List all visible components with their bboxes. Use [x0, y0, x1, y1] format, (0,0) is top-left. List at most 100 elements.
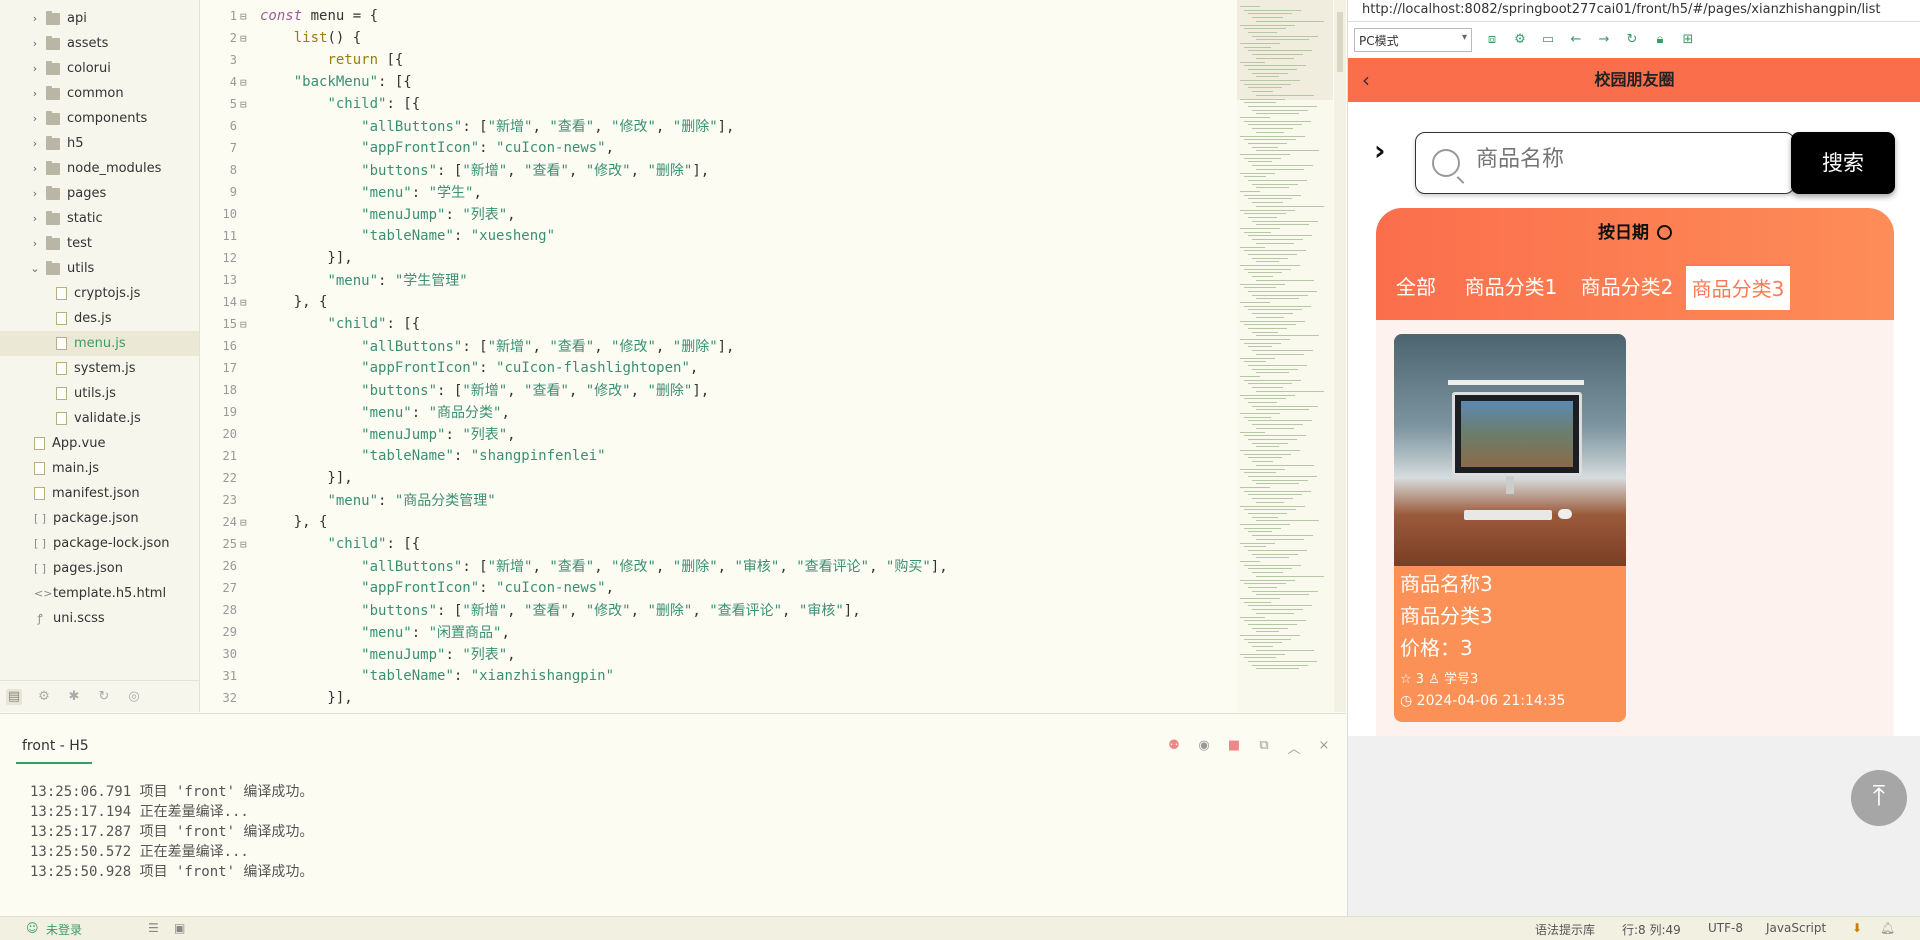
- settings-icon[interactable]: ⚙: [1512, 32, 1528, 48]
- tab-4[interactable]: 商品分类3: [1686, 264, 1790, 310]
- search-button[interactable]: 搜索: [1791, 132, 1895, 194]
- tree-item[interactable]: › common: [0, 81, 199, 106]
- back-arrow-icon[interactable]: ‹: [1362, 58, 1370, 102]
- editor-scrollbar[interactable]: [1334, 0, 1346, 712]
- bug-icon[interactable]: ⚉: [1166, 738, 1182, 757]
- code-line[interactable]: 3 return [{: [201, 49, 404, 71]
- clear-icon[interactable]: ⨯: [1316, 738, 1332, 757]
- tree-item[interactable]: › test: [0, 231, 199, 256]
- product-card[interactable]: 商品名称3 商品分类3 价格：3 ☆ 3 ♙ 学号3 ◷ 2024-04-06 …: [1394, 334, 1626, 722]
- fold-icon[interactable]: ⊟: [240, 10, 254, 23]
- tree-item[interactable]: ⌄ utils: [0, 256, 199, 281]
- record-icon[interactable]: ◉: [1196, 738, 1212, 757]
- tree-item[interactable]: cryptojs.js: [0, 281, 199, 306]
- console-tab[interactable]: front - H5: [22, 738, 89, 754]
- tree-item[interactable]: App.vue: [0, 431, 199, 456]
- terminal-icon[interactable]: ▣: [174, 921, 185, 935]
- tree-item[interactable]: [ ] pages.json: [0, 556, 199, 581]
- console-icon[interactable]: ▭: [1540, 32, 1556, 48]
- stop-icon[interactable]: ■: [1226, 738, 1242, 757]
- tree-item[interactable]: main.js: [0, 456, 199, 481]
- open-external-icon[interactable]: ⧉: [1256, 738, 1272, 757]
- screenshot-icon[interactable]: ⧈: [1484, 32, 1500, 48]
- language-mode[interactable]: JavaScript: [1766, 921, 1826, 935]
- tree-item[interactable]: › components: [0, 106, 199, 131]
- grid-icon[interactable]: ⊞: [1680, 32, 1696, 48]
- code-line[interactable]: 11 "tableName": "xuesheng": [201, 225, 555, 247]
- scrollbar-thumb[interactable]: [1337, 12, 1343, 72]
- tab-2[interactable]: 商品分类1: [1456, 264, 1566, 310]
- code-line[interactable]: 1 ⊟ const menu = {: [201, 5, 378, 27]
- tree-item[interactable]: › api: [0, 6, 199, 31]
- code-line[interactable]: 27 "appFrontIcon": "cuIcon-news",: [201, 577, 615, 599]
- code-line[interactable]: 31 "tableName": "xianzhishangpin": [201, 665, 614, 687]
- fold-icon[interactable]: ⊟: [240, 516, 254, 529]
- login-status[interactable]: 未登录: [46, 921, 82, 938]
- code-line[interactable]: 30 "menuJump": "列表",: [201, 643, 516, 665]
- tree-item[interactable]: system.js: [0, 356, 199, 381]
- code-line[interactable]: 9 "menu": "学生",: [201, 181, 482, 203]
- code-line[interactable]: 28 "buttons": ["新增", "查看", "修改", "删除", "…: [201, 599, 861, 621]
- arrow-left-icon[interactable]: ←: [1568, 32, 1584, 48]
- plugin-icon[interactable]: ⚙: [36, 689, 52, 705]
- minimap[interactable]: [1237, 0, 1333, 712]
- code-line[interactable]: 10 "menuJump": "列表",: [201, 203, 516, 225]
- code-editor[interactable]: 1 ⊟ const menu = {2 ⊟ list() {3 return [{4 ⊟…: [201, 0, 1236, 712]
- tree-item[interactable]: <> template.h5.html: [0, 581, 199, 606]
- code-line[interactable]: 19 "menu": "商品分类",: [201, 401, 510, 423]
- code-line[interactable]: 12 }],: [201, 247, 353, 269]
- tree-item[interactable]: manifest.json: [0, 481, 199, 506]
- code-line[interactable]: 25 ⊟ "child": [{: [201, 533, 421, 555]
- code-line[interactable]: 20 "menuJump": "列表",: [201, 423, 516, 445]
- back-to-top-button[interactable]: ⤒: [1851, 770, 1907, 826]
- tree-item[interactable]: menu.js: [0, 331, 199, 356]
- code-line[interactable]: 15 ⊟ "child": [{: [201, 313, 421, 335]
- code-line[interactable]: 2 ⊟ list() {: [201, 27, 361, 49]
- list-icon[interactable]: ☰: [148, 921, 159, 935]
- fold-icon[interactable]: ⊟: [240, 318, 254, 331]
- tab-3[interactable]: 商品分类2: [1572, 264, 1682, 310]
- tab-1[interactable]: 全部: [1376, 264, 1456, 310]
- code-line[interactable]: 24 ⊟ }, {: [201, 511, 328, 533]
- fold-icon[interactable]: ⊟: [240, 296, 254, 309]
- tree-item[interactable]: › pages: [0, 181, 199, 206]
- debug-icon[interactable]: ✱: [66, 689, 82, 705]
- search-input[interactable]: [1476, 147, 1776, 172]
- download-icon[interactable]: ⬇: [1852, 921, 1862, 935]
- reload-icon[interactable]: ↻: [1624, 32, 1640, 48]
- tree-item[interactable]: [ ] package.json: [0, 506, 199, 531]
- code-line[interactable]: 29 "menu": "闲置商品",: [201, 621, 510, 643]
- code-line[interactable]: 16 "allButtons": ["新增", "查看", "修改", "删除"…: [201, 335, 735, 357]
- tree-item[interactable]: › assets: [0, 31, 199, 56]
- fold-icon[interactable]: ⊟: [240, 538, 254, 551]
- encoding[interactable]: UTF-8: [1708, 921, 1743, 935]
- tree-item[interactable]: des.js: [0, 306, 199, 331]
- cursor-position[interactable]: 行:8 列:49: [1622, 921, 1681, 938]
- code-line[interactable]: 7 "appFrontIcon": "cuIcon-news",: [201, 137, 614, 159]
- code-line[interactable]: 26 "allButtons": ["新增", "查看", "修改", "删除"…: [201, 555, 948, 577]
- code-line[interactable]: 17 "appFrontIcon": "cuIcon-flashlightope…: [201, 357, 699, 379]
- code-line[interactable]: 13 "menu": "学生管理": [201, 269, 468, 291]
- explorer-icon[interactable]: ▤: [6, 688, 22, 705]
- code-line[interactable]: 22 }],: [201, 467, 353, 489]
- code-line[interactable]: 5 ⊟ "child": [{: [201, 93, 420, 115]
- lock-icon[interactable]: 🔒︎: [1652, 32, 1668, 48]
- fold-icon[interactable]: ⊟: [240, 98, 254, 111]
- code-line[interactable]: 32 }],: [201, 687, 353, 709]
- code-line[interactable]: 18 "buttons": ["新增", "查看", "修改", "删除"],: [201, 379, 710, 401]
- mode-select[interactable]: PC模式: [1354, 28, 1472, 52]
- tree-item[interactable]: validate.js: [0, 406, 199, 431]
- date-sort[interactable]: 按日期: [1376, 218, 1894, 243]
- code-line[interactable]: 4 ⊟ "backMenu": [{: [201, 71, 412, 93]
- code-line[interactable]: 21 "tableName": "shangpinfenlei": [201, 445, 606, 467]
- tree-item[interactable]: › h5: [0, 131, 199, 156]
- tree-item[interactable]: ꝭ uni.scss: [0, 606, 199, 631]
- arrow-right-icon[interactable]: →: [1596, 32, 1612, 48]
- tree-item[interactable]: utils.js: [0, 381, 199, 406]
- search-box[interactable]: [1415, 132, 1795, 194]
- tree-item[interactable]: › node_modules: [0, 156, 199, 181]
- code-line[interactable]: 8 "buttons": ["新增", "查看", "修改", "删除"],: [201, 159, 709, 181]
- chevron-up-icon[interactable]: ︿: [1286, 738, 1302, 757]
- fold-icon[interactable]: ⊟: [240, 32, 254, 45]
- code-line[interactable]: 23 "menu": "商品分类管理": [201, 489, 496, 511]
